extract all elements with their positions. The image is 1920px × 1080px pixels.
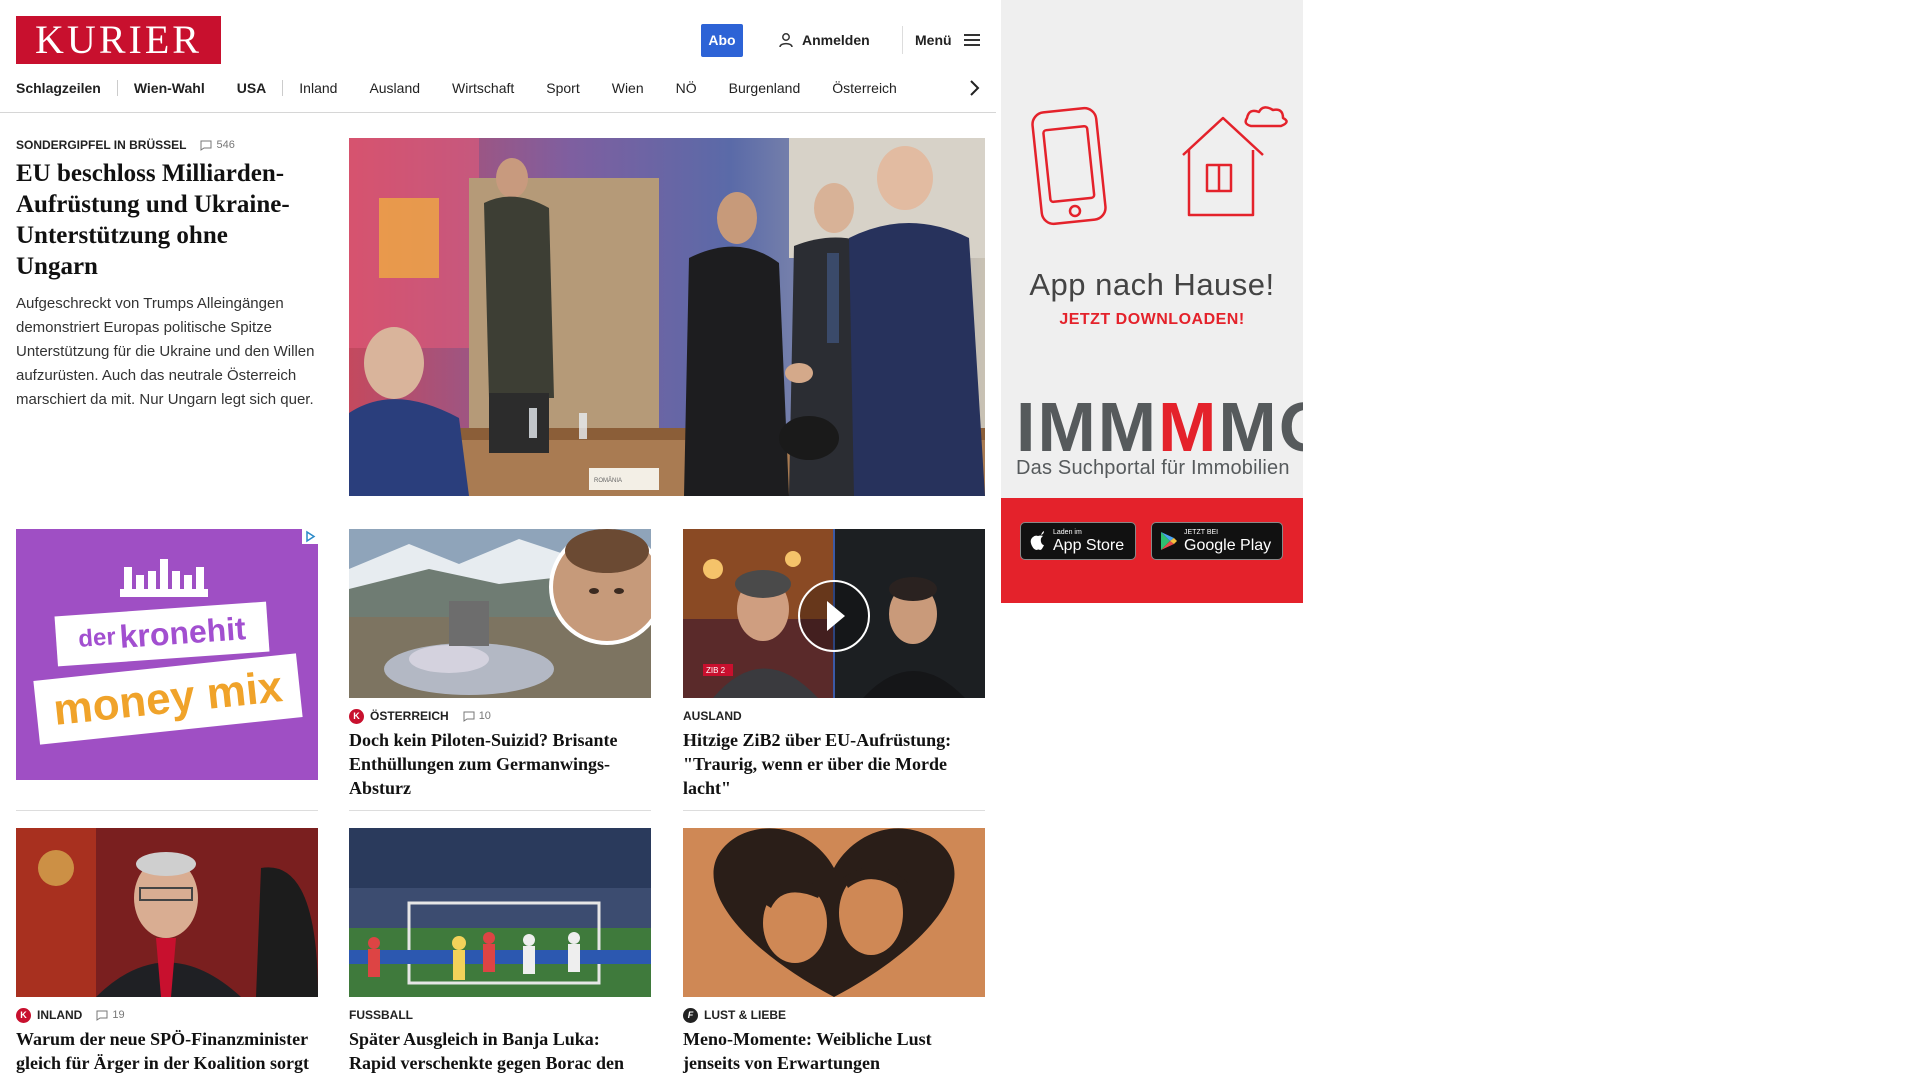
- kronehit-ad[interactable]: der kronehit money mix: [16, 529, 318, 780]
- article-card-fussball[interactable]: FUSSBALL Später Ausgleich in Banja Luka:…: [349, 828, 651, 1080]
- kronehit-der: der: [77, 623, 117, 653]
- germanwings-kicker[interactable]: K ÖSTERREICH 10: [349, 708, 651, 724]
- article-card-zib2[interactable]: ZIB 2 AUSLAND Hitzige ZiB2 über EU-Aufrü…: [683, 529, 985, 800]
- menu-button[interactable]: Menü: [915, 29, 980, 51]
- nav-item-inland[interactable]: Inland: [299, 80, 353, 96]
- finanzminister-comment-count[interactable]: 19: [96, 1009, 125, 1021]
- app-store-button[interactable]: Laden im App Store: [1020, 522, 1136, 560]
- login-button[interactable]: Anmelden: [778, 29, 870, 51]
- login-label: Anmelden: [802, 32, 870, 48]
- nav-item-wirtschaft[interactable]: Wirtschaft: [452, 80, 530, 96]
- google-play-button[interactable]: JETZT BEI Google Play: [1151, 522, 1283, 560]
- zib2-kicker-text: AUSLAND: [683, 709, 742, 723]
- google-play-big: Google Play: [1184, 536, 1272, 554]
- lust-liebe-illustration[interactable]: [683, 828, 985, 997]
- divider: [683, 810, 985, 811]
- nameplate-text: ROMÂNIA: [594, 477, 622, 484]
- lust-liebe-kicker-text: LUST & LIEBE: [704, 1008, 787, 1022]
- main-nav: Schlagzeilen Wien-Wahl USA Inland Auslan…: [16, 78, 929, 98]
- menu-label: Menü: [915, 32, 952, 48]
- finanzminister-comments-value: 19: [112, 1009, 125, 1021]
- nav-item-sport[interactable]: Sport: [546, 80, 595, 96]
- article-card-germanwings[interactable]: K ÖSTERREICH 10 Doch kein Piloten-Suizid…: [349, 529, 651, 800]
- abo-button[interactable]: Abo: [701, 24, 743, 57]
- germanwings-comment-count[interactable]: 10: [463, 710, 491, 722]
- nav-item-schlagzeilen[interactable]: Schlagzeilen: [16, 80, 118, 96]
- app-ad-cta[interactable]: JETZT DOWNLOADEN!: [1001, 311, 1303, 329]
- divider: [16, 810, 318, 811]
- zib2-video-thumbnail[interactable]: ZIB 2: [683, 529, 985, 698]
- lead-photo[interactable]: ROMÂNIA: [349, 138, 985, 496]
- lead-comment-count[interactable]: 546: [200, 139, 235, 151]
- freizeit-badge-icon: f: [683, 1007, 698, 1023]
- header-divider: [902, 26, 903, 54]
- immmo-tagline: Das Suchportal für Immobilien: [1016, 457, 1290, 479]
- chevron-right-icon[interactable]: [964, 78, 984, 98]
- phone-house-illustration: [1031, 106, 1288, 226]
- lead-kicker[interactable]: SONDERGIPFEL IN BRÜSSEL 546: [16, 138, 235, 152]
- lead-comments-value: 546: [216, 139, 235, 151]
- google-play-small: JETZT BEI: [1184, 528, 1219, 536]
- immmo-logo: IMMMMO: [1016, 392, 1303, 462]
- nav-item-noe[interactable]: NÖ: [676, 80, 713, 96]
- kronehit-name: kronehit: [118, 609, 247, 655]
- zib2-kicker[interactable]: AUSLAND: [683, 708, 985, 724]
- fussball-photo[interactable]: [349, 828, 651, 997]
- site-header: KURIER Abo Anmelden Menü Schlagzeilen Wi…: [0, 0, 996, 113]
- immmo-logo-part1: IMM: [1016, 388, 1159, 466]
- fussball-kicker[interactable]: FUSSBALL: [349, 1007, 651, 1023]
- finanzminister-kicker[interactable]: K INLAND 19: [16, 1007, 318, 1023]
- article-card-finanzminister[interactable]: K INLAND 19 Warum der neue SPÖ-Finanzmin…: [16, 828, 318, 1075]
- nav-item-wien[interactable]: Wien: [612, 80, 660, 96]
- germanwings-comments-value: 10: [478, 710, 491, 722]
- divider: [349, 810, 651, 811]
- fussball-kicker-text: FUSSBALL: [349, 1008, 413, 1022]
- finanzminister-photo[interactable]: [16, 828, 318, 997]
- lead-kicker-text: SONDERGIPFEL IN BRÜSSEL: [16, 138, 187, 152]
- nav-item-wien-wahl[interactable]: Wien-Wahl: [134, 80, 221, 96]
- immmo-logo-red-m: M: [1158, 388, 1219, 466]
- zib2-tv-logo: ZIB 2: [706, 666, 726, 675]
- google-play-label: JETZT BEI Google Play: [1184, 529, 1271, 554]
- app-ad-title: App nach Hause!: [1029, 267, 1275, 302]
- app-store-label: Laden im App Store: [1053, 529, 1124, 554]
- user-icon: [779, 33, 793, 48]
- comment-icon: [96, 1010, 108, 1021]
- nav-item-oesterreich[interactable]: Österreich: [832, 80, 913, 96]
- hamburger-icon: [963, 34, 980, 46]
- immmo-logo-part2: MO: [1218, 388, 1303, 466]
- germanwings-photo[interactable]: [349, 529, 651, 698]
- article-card-lust-liebe[interactable]: f LUST & LIEBE Meno-Momente: Weibliche L…: [683, 828, 985, 1075]
- lust-liebe-kicker[interactable]: f LUST & LIEBE: [683, 1007, 985, 1023]
- comment-icon: [463, 711, 475, 722]
- immmo-app-ad[interactable]: App nach Hause! JETZT DOWNLOADEN! IMMMMO…: [1001, 0, 1303, 603]
- germanwings-headline[interactable]: Doch kein Piloten-Suizid? Brisante Enthü…: [349, 728, 651, 800]
- lead-headline[interactable]: EU beschloss Milliarden-Aufrüstung und U…: [16, 158, 316, 282]
- zib2-headline[interactable]: Hitzige ZiB2 über EU-Aufrüstung: "Trauri…: [683, 728, 985, 800]
- germanwings-kicker-text: ÖSTERREICH: [370, 709, 449, 723]
- nav-item-burgenland[interactable]: Burgenland: [729, 80, 817, 96]
- lead-teaser[interactable]: Aufgeschreckt von Trumps Alleingängen de…: [16, 292, 316, 412]
- nav-item-ausland[interactable]: Ausland: [369, 80, 436, 96]
- app-store-big: App Store: [1053, 536, 1125, 554]
- finanzminister-headline[interactable]: Warum der neue SPÖ-Finanzminister gleich…: [16, 1027, 318, 1075]
- fussball-headline[interactable]: Später Ausgleich in Banja Luka: Rapid ve…: [349, 1027, 651, 1080]
- adchoices-icon[interactable]: [302, 529, 318, 544]
- finanzminister-kicker-text: INLAND: [37, 1008, 83, 1022]
- apple-icon: [1030, 531, 1044, 550]
- app-store-small: Laden im: [1053, 528, 1082, 536]
- kurier-logo[interactable]: KURIER: [16, 16, 221, 64]
- kurier-plus-badge-icon: K: [349, 708, 364, 724]
- comment-icon: [200, 140, 212, 151]
- google-play-icon: [1161, 532, 1177, 550]
- page: KURIER Abo Anmelden Menü Schlagzeilen Wi…: [0, 0, 1920, 1080]
- kurier-plus-badge-icon: K: [16, 1007, 31, 1023]
- lust-liebe-headline[interactable]: Meno-Momente: Weibliche Lust jenseits vo…: [683, 1027, 985, 1075]
- nav-item-usa[interactable]: USA: [237, 80, 284, 96]
